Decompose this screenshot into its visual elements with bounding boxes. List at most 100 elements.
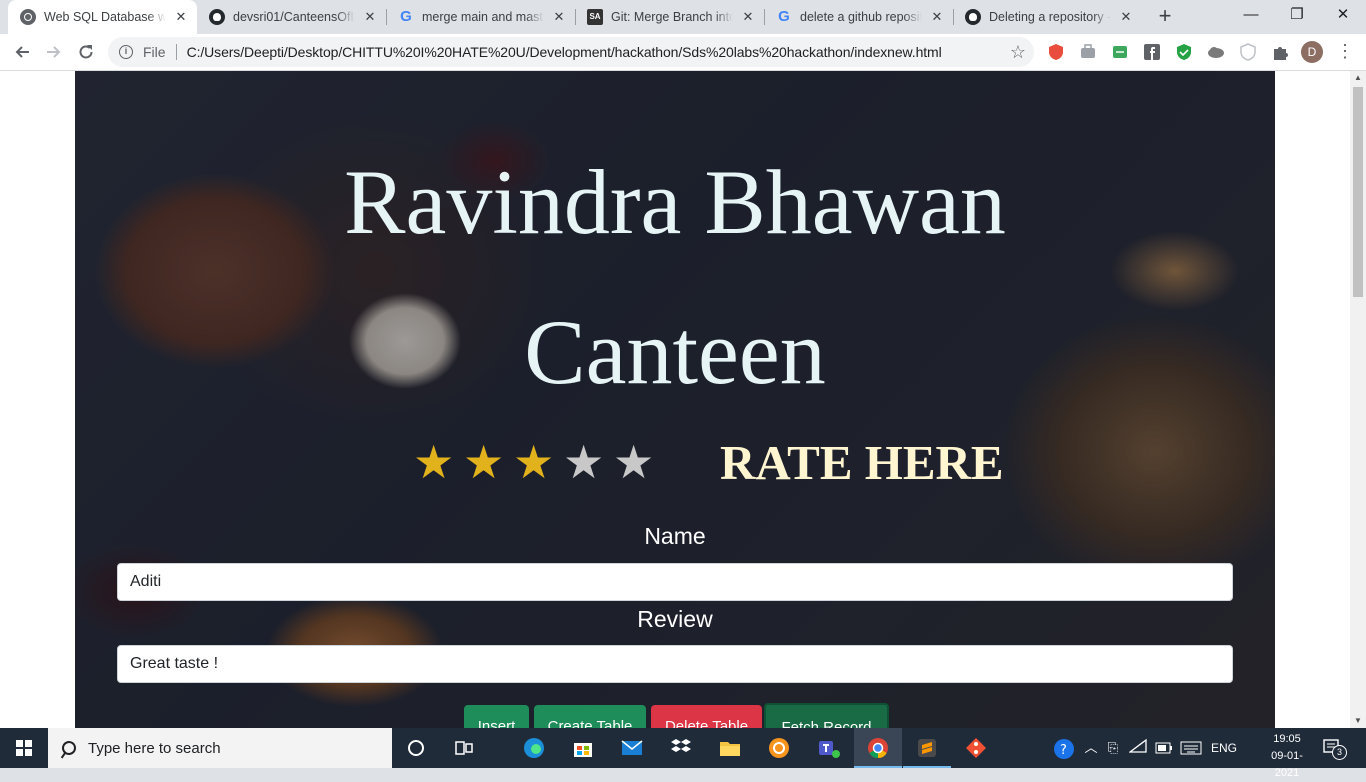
meet-now-icon[interactable]: ⎘ xyxy=(1104,738,1122,758)
network-icon[interactable] xyxy=(1128,738,1148,760)
scroll-thumb[interactable] xyxy=(1353,87,1363,297)
briefcase-icon[interactable] xyxy=(1079,43,1097,61)
back-arrow-icon xyxy=(15,46,29,58)
fetch-record-button[interactable]: Fetch Record xyxy=(764,703,889,728)
edge-icon[interactable] xyxy=(522,736,546,760)
close-icon[interactable]: ✕ xyxy=(173,9,189,25)
rating-star-3[interactable]: ★ xyxy=(513,433,554,491)
store-icon[interactable] xyxy=(571,736,595,760)
settings-gear-icon[interactable] xyxy=(767,736,791,760)
reload-button[interactable] xyxy=(72,38,100,66)
tab-title: Git: Merge Branch into xyxy=(611,10,733,24)
tab-web-sql-database[interactable]: Web SQL Database with ✕ xyxy=(8,0,197,34)
task-view-icon[interactable] xyxy=(452,736,476,760)
rating-star-5[interactable]: ★ xyxy=(613,433,654,491)
cloud-icon[interactable] xyxy=(1207,43,1225,61)
scheme-label: File xyxy=(143,44,166,60)
close-icon[interactable]: ✕ xyxy=(929,9,945,25)
chrome-icon[interactable] xyxy=(866,736,890,760)
minimize-button[interactable]: — xyxy=(1228,0,1274,32)
restore-button[interactable]: ❐ xyxy=(1274,0,1320,32)
browser-tab-strip: Web SQL Database with ✕ devsri01/Canteen… xyxy=(0,0,1366,34)
new-tab-button[interactable]: + xyxy=(1153,5,1177,29)
page-viewport: Ravindra Bhawan Canteen ★ ★ ★ ★ ★ RATE H… xyxy=(0,71,1350,728)
browser-toolbar: i File C:/Users/Deepti/Desktop/CHITTU%20… xyxy=(0,34,1366,71)
clock-time: 19:05 xyxy=(1273,733,1301,745)
cortana-icon[interactable] xyxy=(404,736,428,760)
delete-table-button[interactable]: Delete Table xyxy=(651,705,762,728)
github-icon xyxy=(209,9,225,25)
shield-icon[interactable] xyxy=(1239,43,1257,61)
back-button[interactable] xyxy=(8,38,36,66)
tab-title: delete a github reposito xyxy=(800,10,922,24)
search-placeholder: Type here to search xyxy=(88,739,221,757)
tab-title: devsri01/CanteensOfIIT xyxy=(233,10,355,24)
sa-icon: SA xyxy=(587,9,603,25)
url-text[interactable]: C:/Users/Deepti/Desktop/CHITTU%20I%20HAT… xyxy=(187,44,942,60)
hero-background: Ravindra Bhawan Canteen ★ ★ ★ ★ ★ RATE H… xyxy=(75,71,1275,728)
rating-star-4[interactable]: ★ xyxy=(563,433,604,491)
help-icon[interactable]: ? xyxy=(1052,738,1076,766)
title-line-1: Ravindra Bhawan xyxy=(344,151,1006,253)
review-label: Review xyxy=(637,606,713,632)
close-icon[interactable]: ✕ xyxy=(362,9,378,25)
google-icon: G xyxy=(400,8,412,25)
address-bar[interactable]: i File C:/Users/Deepti/Desktop/CHITTU%20… xyxy=(108,37,1034,67)
keyboard-icon[interactable] xyxy=(1180,738,1202,761)
info-icon[interactable]: i xyxy=(119,45,133,59)
sublime-text-icon[interactable] xyxy=(915,736,939,760)
tab-title: merge main and master xyxy=(422,10,544,24)
chevron-up-icon[interactable]: ︿ xyxy=(1082,738,1100,758)
system-clock[interactable]: 19:05 09-01-2021 xyxy=(1262,731,1312,782)
bookmark-star-icon[interactable]: ☆ xyxy=(1010,42,1026,62)
facebook-icon[interactable] xyxy=(1143,43,1161,61)
browser-menu-icon[interactable]: ⋮ xyxy=(1336,41,1354,63)
name-label: Name xyxy=(644,523,706,549)
scroll-down-arrow-icon[interactable]: ▼ xyxy=(1350,714,1366,728)
search-icon xyxy=(60,739,78,757)
tab-devsri01-canteens[interactable]: devsri01/CanteensOfIIT ✕ xyxy=(197,0,386,34)
start-button[interactable] xyxy=(0,728,48,768)
insert-button[interactable]: Insert xyxy=(464,705,529,728)
close-window-button[interactable]: ✕ xyxy=(1320,0,1366,32)
tab-deleting-repository[interactable]: Deleting a repository - ✕ xyxy=(953,0,1142,34)
inbox-icon[interactable] xyxy=(1111,43,1129,61)
rate-here-heading: RATE HERE xyxy=(720,435,1004,490)
ublock-icon[interactable] xyxy=(1047,43,1065,61)
battery-icon[interactable] xyxy=(1154,738,1174,760)
rating-star-1[interactable]: ★ xyxy=(413,433,454,491)
mail-icon[interactable] xyxy=(620,736,644,760)
title-line-2: Canteen xyxy=(524,301,826,403)
tab-git-merge-branch[interactable]: SA Git: Merge Branch into ✕ xyxy=(575,0,764,34)
puzzle-icon[interactable] xyxy=(1271,43,1289,61)
dropbox-icon[interactable] xyxy=(669,736,693,760)
page-title: Ravindra Bhawan Canteen xyxy=(75,127,1275,427)
file-explorer-icon[interactable] xyxy=(718,736,742,760)
scroll-up-arrow-icon[interactable]: ▲ xyxy=(1350,71,1366,85)
google-icon: G xyxy=(778,8,790,25)
review-input[interactable] xyxy=(117,645,1233,683)
github-icon xyxy=(965,9,981,25)
svg-text:?: ? xyxy=(1060,743,1067,758)
language-indicator[interactable]: ENG xyxy=(1208,738,1240,758)
git-icon[interactable] xyxy=(964,736,988,760)
rating-star-2[interactable]: ★ xyxy=(463,433,504,491)
shield-check-icon[interactable] xyxy=(1175,43,1193,61)
forward-arrow-icon xyxy=(47,46,61,58)
profile-avatar[interactable]: D xyxy=(1301,41,1323,63)
close-icon[interactable]: ✕ xyxy=(1118,9,1134,25)
create-table-button[interactable]: Create Table xyxy=(534,705,646,728)
notification-center-icon[interactable]: 3 xyxy=(1322,738,1347,760)
close-icon[interactable]: ✕ xyxy=(740,9,756,25)
forward-button[interactable] xyxy=(40,38,68,66)
tab-merge-main-master[interactable]: G merge main and master ✕ xyxy=(386,0,575,34)
rating-row: ★ ★ ★ ★ ★ RATE HERE xyxy=(75,433,1275,493)
tab-title: Deleting a repository - xyxy=(989,10,1111,24)
name-input[interactable] xyxy=(117,563,1233,601)
taskbar-search-box[interactable]: Type here to search xyxy=(48,728,392,768)
teams-icon[interactable] xyxy=(816,736,840,760)
tab-delete-github-repo[interactable]: G delete a github reposito ✕ xyxy=(764,0,953,34)
close-icon[interactable]: ✕ xyxy=(551,9,567,25)
page-scrollbar[interactable]: ▲ ▼ xyxy=(1350,71,1366,728)
globe-icon xyxy=(20,9,36,25)
